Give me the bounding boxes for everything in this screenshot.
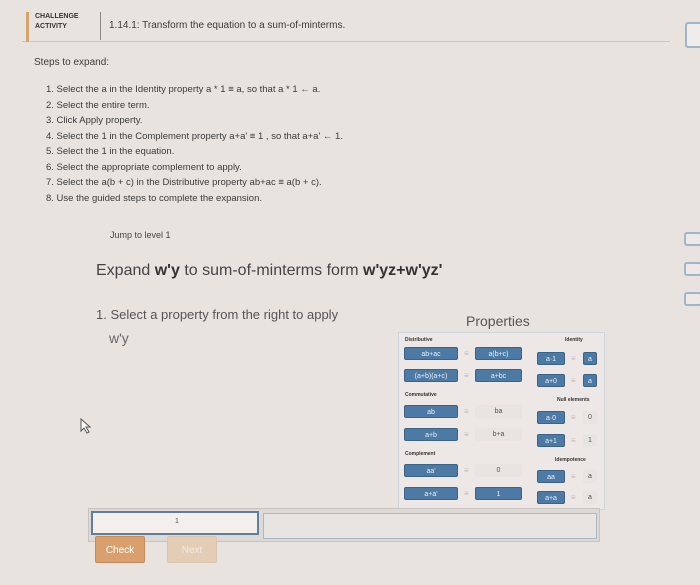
equivalence-symbol: ≡ — [571, 493, 576, 502]
level-indicator-1[interactable] — [684, 232, 700, 246]
equivalence-symbol: ≡ — [571, 413, 576, 422]
property-rhs-distributive-1[interactable]: a(b+c) — [475, 347, 522, 360]
feedback-area — [263, 513, 597, 539]
answer-value: 1 — [175, 518, 179, 525]
expand-middle: to sum-of-minterms form — [179, 262, 364, 279]
equivalence-symbol: ≡ — [464, 349, 469, 358]
jump-to-level-link[interactable]: Jump to level 1 — [110, 230, 171, 240]
step-item: 7. Select the a(b + c) in the Distributi… — [46, 177, 322, 188]
answer-input[interactable]: 1 — [91, 511, 259, 535]
equivalence-symbol: ≡ — [571, 472, 576, 481]
expand-target: w'yz+w'yz' — [363, 262, 443, 279]
equivalence-symbol: ≡ — [571, 436, 576, 445]
current-expression[interactable]: w'y — [109, 330, 129, 346]
equivalence-symbol: ≡ — [464, 407, 469, 416]
property-rhs-commutative-2[interactable]: b+a — [475, 428, 522, 441]
property-rhs-commutative-1[interactable]: ba — [475, 405, 522, 418]
properties-panel: Distributive ab+ac ≡ a(b+c) (a+b)(a+c) ≡… — [398, 332, 605, 510]
equivalence-symbol: ≡ — [464, 489, 469, 498]
complement-label: Complement — [405, 451, 436, 457]
activity-title: 1.14.1: Transform the equation to a sum-… — [100, 12, 345, 40]
property-rhs-identity-1[interactable]: a — [583, 352, 597, 365]
activity-badge-line2: ACTIVITY — [35, 23, 67, 30]
instruction-text: 1. Select a property from the right to a… — [96, 307, 339, 322]
property-lhs-complement-1[interactable]: aa' — [404, 464, 458, 477]
activity-badge-line1: CHALLENGE — [35, 13, 79, 20]
property-lhs-commutative-1[interactable]: ab — [404, 405, 458, 418]
property-lhs-null-1[interactable]: a·0 — [537, 411, 565, 424]
step-item: 8. Use the guided steps to complete the … — [46, 192, 262, 204]
property-lhs-identity-2[interactable]: a+0 — [537, 374, 565, 387]
step-item: 3. Click Apply property. — [46, 115, 143, 126]
properties-title: Properties — [466, 313, 530, 329]
property-rhs-complement-2[interactable]: 1 — [475, 487, 522, 500]
expand-prompt: Expand w'y to sum-of-minterms form w'yz+… — [96, 262, 442, 280]
level-indicator-2[interactable] — [684, 262, 700, 276]
property-rhs-idempotence-2[interactable]: a — [583, 491, 597, 504]
property-lhs-distributive-1[interactable]: ab+ac — [404, 347, 458, 360]
step-item: 2. Select the entire term. — [46, 99, 150, 111]
commutative-label: Commutative — [405, 392, 437, 398]
completion-indicator — [685, 22, 700, 48]
steps-list: 1. Select the a in the Identity property… — [46, 82, 343, 206]
expand-expression: w'y — [154, 262, 180, 279]
distributive-label: Distributive — [405, 337, 433, 343]
step-item: 5. Select the 1 in the equation. — [46, 146, 175, 157]
property-lhs-null-2[interactable]: a+1 — [537, 434, 565, 447]
equivalence-symbol: ≡ — [464, 430, 469, 439]
property-rhs-complement-1[interactable]: 0 — [475, 464, 522, 477]
equivalence-symbol: ≡ — [464, 371, 469, 380]
property-rhs-null-1[interactable]: 0 — [583, 411, 597, 424]
step-item: 1. Select the a in the Identity property… — [46, 84, 321, 95]
equivalence-symbol: ≡ — [464, 466, 469, 475]
property-lhs-idempotence-1[interactable]: aa — [537, 470, 565, 483]
property-lhs-identity-1[interactable]: a·1 — [537, 352, 565, 365]
property-lhs-idempotence-2[interactable]: a+a — [537, 491, 565, 504]
null-elements-label: Null elements — [557, 397, 590, 403]
property-rhs-null-2[interactable]: 1 — [583, 434, 597, 447]
property-rhs-identity-2[interactable]: a — [583, 374, 597, 387]
activity-badge: CHALLENGE ACTIVITY — [26, 12, 92, 42]
equivalence-symbol: ≡ — [571, 354, 576, 363]
property-lhs-complement-2[interactable]: a+a' — [404, 487, 458, 500]
property-lhs-distributive-2[interactable]: (a+b)(a+c) — [404, 369, 458, 382]
answer-row: 1 — [88, 508, 600, 542]
header: CHALLENGE ACTIVITY 1.14.1: Transform the… — [22, 10, 670, 42]
step-item: 4. Select the 1 in the Complement proper… — [46, 130, 343, 142]
identity-label: Identity — [565, 337, 583, 343]
check-button[interactable]: Check — [95, 536, 145, 563]
level-indicator-3[interactable] — [684, 292, 700, 306]
property-rhs-distributive-2[interactable]: a+bc — [475, 369, 522, 382]
idempotence-label: Idempotence — [555, 457, 586, 463]
steps-title: Steps to expand: — [34, 57, 110, 68]
next-button[interactable]: Next — [167, 536, 217, 563]
mouse-cursor-icon — [80, 418, 92, 434]
property-rhs-idempotence-1[interactable]: a — [583, 470, 597, 483]
property-lhs-commutative-2[interactable]: a+b — [404, 428, 458, 441]
challenge-activity-page: CHALLENGE ACTIVITY 1.14.1: Transform the… — [0, 0, 700, 585]
equivalence-symbol: ≡ — [571, 376, 576, 385]
step-item: 6. Select the appropriate complement to … — [46, 161, 242, 173]
expand-prefix: Expand — [96, 262, 155, 279]
